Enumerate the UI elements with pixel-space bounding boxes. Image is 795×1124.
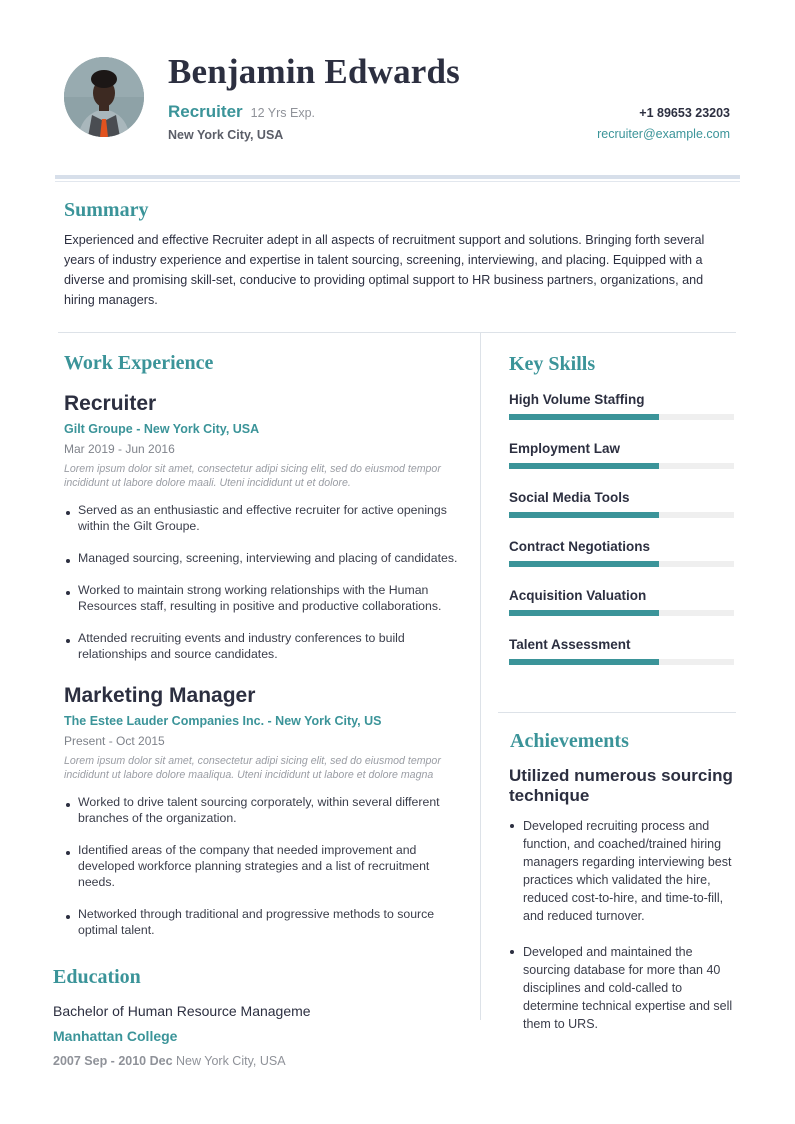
skill-bar (509, 659, 734, 665)
skill-item: High Volume Staffing (509, 392, 734, 420)
skill-name: High Volume Staffing (509, 392, 645, 407)
skill-name: Contract Negotiations (509, 539, 651, 554)
job-bullet: Worked to maintain strong working relati… (64, 582, 464, 614)
achievement-bullets: Developed recruiting process and functio… (509, 817, 741, 1051)
job-description: Lorem ipsum dolor sit amet, consectetur … (64, 755, 441, 781)
job-bullet: Worked to drive talent sourcing corporat… (64, 794, 464, 826)
job-role: Recruiter (168, 102, 243, 121)
skill-item: Employment Law (509, 441, 734, 469)
years-experience: 12 Yrs Exp. (250, 106, 316, 120)
achievements-title: Achievements (510, 730, 629, 752)
job-entry: Recruiter Gilt Groupe - New York City, U… (64, 392, 464, 678)
section-divider (58, 332, 736, 333)
skill-bar (509, 512, 734, 518)
summary-text: Experienced and effective Recruiter adep… (64, 233, 705, 307)
header-divider-thin (55, 181, 740, 182)
key-skills-title: Key Skills (509, 353, 596, 375)
achievement-headline: Utilized numerous sourcing technique (509, 766, 733, 805)
skill-bar-fill (509, 659, 660, 665)
skill-item: Contract Negotiations (509, 539, 734, 567)
profile-photo-icon (64, 57, 144, 137)
achievement-bullet: Developed recruiting process and functio… (509, 817, 741, 925)
job-bullet: Served as an enthusiastic and effective … (64, 502, 464, 534)
education-location: New York City, USA (176, 1054, 286, 1068)
work-experience-title: Work Experience (64, 352, 214, 374)
job-title: Recruiter (64, 392, 157, 415)
skill-bar-fill (509, 414, 660, 420)
job-date: Present - Oct 2015 (64, 734, 165, 748)
job-bullet: Identified areas of the company that nee… (64, 842, 464, 890)
skill-bar-fill (509, 610, 660, 616)
skill-bar (509, 610, 734, 616)
summary-title: Summary (64, 199, 149, 221)
education-school: Manhattan College (53, 1028, 178, 1044)
job-bullet: Networked through traditional and progre… (64, 906, 464, 938)
job-title: Marketing Manager (64, 684, 256, 707)
achievement-bullet: Developed and maintained the sourcing da… (509, 943, 741, 1033)
email-link[interactable]: recruiter@example.com (597, 127, 730, 141)
skill-name: Employment Law (509, 441, 621, 456)
skill-bar (509, 414, 734, 420)
job-date: Mar 2019 - Jun 2016 (64, 442, 175, 456)
skill-name: Talent Assessment (509, 637, 631, 652)
job-bullet: Attended recruiting events and industry … (64, 630, 464, 662)
skill-bar (509, 561, 734, 567)
job-bullets: Worked to drive talent sourcing corporat… (64, 794, 464, 938)
job-entry: Marketing Manager The Estee Lauder Compa… (64, 684, 464, 954)
job-bullets: Served as an enthusiastic and effective … (64, 502, 464, 662)
header-location: New York City, USA (168, 128, 284, 142)
skill-bar-fill (509, 561, 660, 567)
education-title: Education (53, 966, 141, 988)
skill-bar (509, 463, 734, 469)
education-degree: Bachelor of Human Resource Management (53, 1003, 311, 1019)
skill-bar-fill (509, 463, 660, 469)
achievements-divider (498, 712, 736, 713)
column-divider (480, 333, 481, 1020)
job-description: Lorem ipsum dolor sit amet, consectetur … (64, 463, 441, 489)
header-divider (55, 175, 740, 179)
skill-item: Talent Assessment (509, 637, 734, 665)
job-bullet: Managed sourcing, screening, interviewin… (64, 550, 464, 566)
education-meta: 2007 Sep - 2010 Dec New York City, USA (53, 1054, 286, 1068)
skill-item: Social Media Tools (509, 490, 734, 518)
avatar (64, 57, 144, 137)
job-company: Gilt Groupe - New York City, USA (64, 422, 260, 436)
candidate-name: Benjamin Edwards (168, 52, 461, 91)
role-line: Recruiter 12 Yrs Exp. (168, 102, 315, 122)
job-company: The Estee Lauder Companies Inc. - New Yo… (64, 714, 382, 728)
phone-number[interactable]: +1 89653 23203 (639, 106, 730, 120)
skill-name: Acquisition Valuation (509, 588, 647, 603)
skill-item: Acquisition Valuation (509, 588, 734, 616)
education-date: 2007 Sep - 2010 Dec (53, 1054, 173, 1068)
skill-name: Social Media Tools (509, 490, 630, 505)
skill-bar-fill (509, 512, 660, 518)
